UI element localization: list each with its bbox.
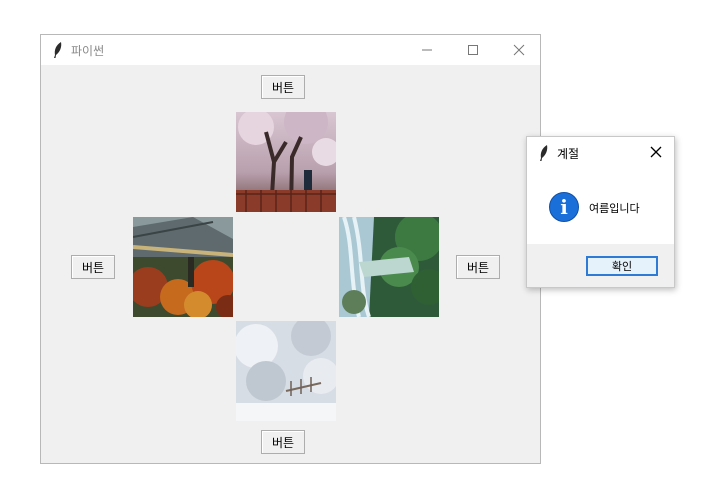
dialog-title: 계절 bbox=[557, 147, 580, 161]
close-button[interactable] bbox=[496, 35, 542, 65]
maximize-button[interactable] bbox=[450, 35, 496, 65]
feather-icon bbox=[54, 42, 62, 58]
top-button[interactable]: 버튼 bbox=[261, 75, 305, 99]
close-icon[interactable] bbox=[649, 145, 663, 159]
main-window: 파이썬 버튼 버튼 버튼 버튼 bbox=[40, 34, 541, 464]
close-icon bbox=[513, 44, 525, 56]
maximize-icon bbox=[468, 45, 478, 55]
autumn-image bbox=[133, 217, 233, 317]
dialog-footer: 확인 bbox=[527, 244, 674, 287]
right-button[interactable]: 버튼 bbox=[456, 255, 500, 279]
ok-button[interactable]: 확인 bbox=[586, 256, 658, 276]
summer-image bbox=[339, 217, 439, 317]
spring-image bbox=[236, 112, 336, 212]
info-dialog: 계절 i 여름입니다 확인 bbox=[526, 136, 675, 288]
info-icon: i bbox=[549, 192, 579, 222]
title-bar[interactable]: 파이썬 bbox=[41, 35, 540, 65]
feather-icon bbox=[540, 145, 548, 161]
minimize-icon bbox=[422, 49, 432, 51]
winter-image bbox=[236, 321, 336, 421]
minimize-button[interactable] bbox=[404, 35, 450, 65]
bottom-button[interactable]: 버튼 bbox=[261, 430, 305, 454]
dialog-message: 여름입니다 bbox=[589, 202, 640, 215]
window-title: 파이썬 bbox=[71, 44, 105, 58]
left-button[interactable]: 버튼 bbox=[71, 255, 115, 279]
